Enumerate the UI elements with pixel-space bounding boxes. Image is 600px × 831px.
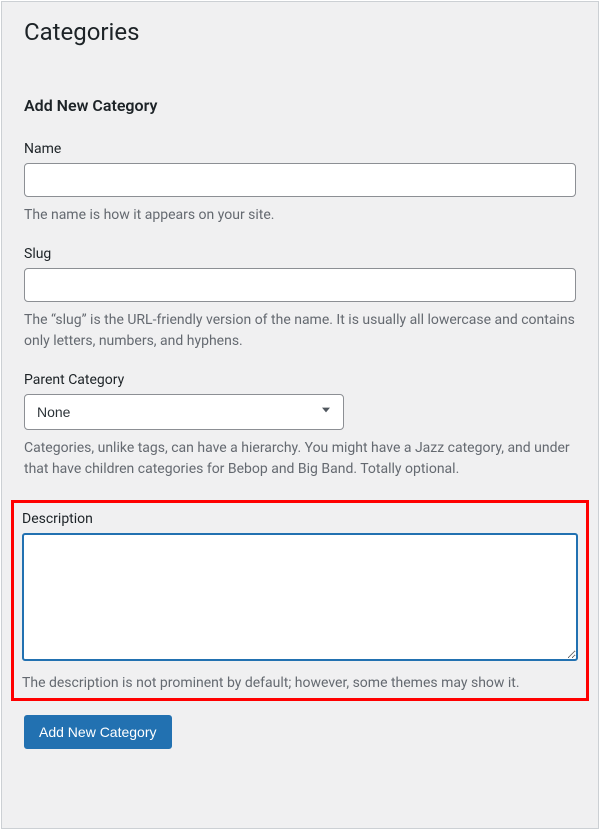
page-title: Categories [24, 18, 576, 46]
description-highlight: Description The description is not promi… [11, 500, 589, 701]
description-label: Description [22, 511, 578, 527]
description-input[interactable] [22, 533, 578, 661]
slug-label: Slug [24, 246, 576, 262]
field-parent: Parent Category None Categories, unlike … [24, 372, 576, 480]
description-help: The description is not prominent by defa… [22, 673, 578, 694]
name-help: The name is how it appears on your site. [24, 205, 576, 226]
name-input[interactable] [24, 163, 576, 197]
parent-label: Parent Category [24, 372, 576, 388]
parent-select-wrap: None [24, 394, 344, 430]
section-title: Add New Category [24, 96, 576, 115]
slug-help: The “slug” is the URL-friendly version o… [24, 310, 576, 352]
slug-input[interactable] [24, 268, 576, 302]
field-slug: Slug The “slug” is the URL-friendly vers… [24, 246, 576, 352]
name-label: Name [24, 141, 576, 157]
parent-help: Categories, unlike tags, can have a hier… [24, 438, 576, 480]
field-description: Description The description is not promi… [22, 511, 578, 694]
field-name: Name The name is how it appears on your … [24, 141, 576, 226]
categories-panel: Categories Add New Category Name The nam… [1, 1, 599, 829]
add-new-category-button[interactable]: Add New Category [24, 715, 172, 749]
parent-select[interactable]: None [24, 394, 344, 430]
